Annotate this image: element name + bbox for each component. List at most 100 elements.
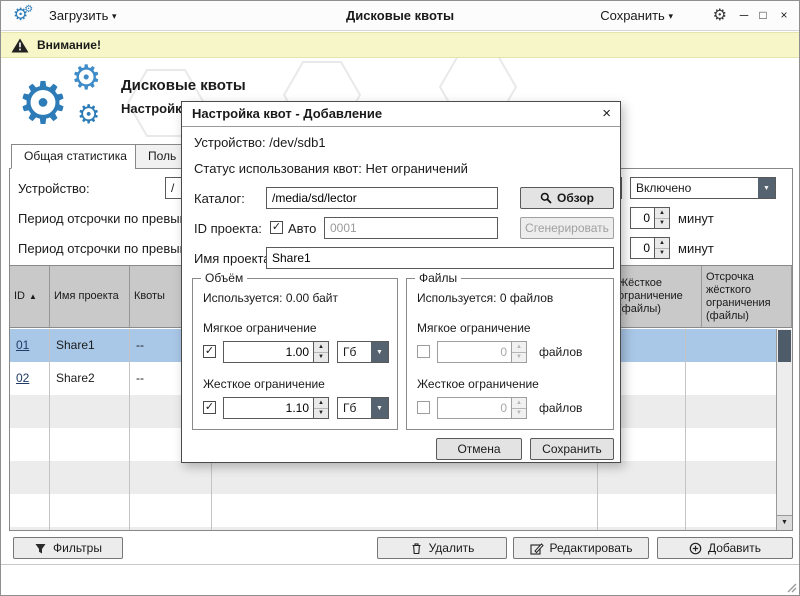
volume-soft-input[interactable] [224, 342, 313, 362]
resize-grip[interactable] [784, 580, 797, 593]
dialog-device-label: Устройство: [194, 135, 266, 150]
grace-soft-unit: минут [678, 211, 714, 226]
auto-label: Авто [288, 221, 316, 236]
row-id-link[interactable]: 02 [16, 371, 29, 385]
quota-state-select[interactable]: Включено ▼ [630, 177, 776, 199]
catalog-label: Каталог: [194, 191, 245, 206]
save-menu-button[interactable]: Сохранить ▾ [600, 1, 673, 31]
window-title: Дисковые квоты [1, 1, 799, 30]
page-title: Дисковые квоты [121, 77, 246, 94]
files-soft-spinner[interactable]: ▲ ▼ [437, 341, 527, 363]
auto-checkbox[interactable]: ✓ [270, 221, 283, 234]
spin-up-icon[interactable]: ▲ [314, 342, 328, 353]
project-name-input[interactable] [266, 247, 614, 269]
files-used-label: Используется: [417, 291, 497, 305]
files-soft-checkbox[interactable] [417, 345, 430, 358]
generate-button[interactable]: Сгенерировать [520, 217, 614, 239]
volume-soft-unit-select[interactable]: Гб ▼ [337, 341, 389, 363]
spin-down-icon[interactable]: ▼ [314, 353, 328, 363]
column-header-id[interactable]: ID ▲ [10, 266, 50, 327]
spin-down-icon[interactable]: ▼ [314, 409, 328, 419]
volume-soft-spinner[interactable]: ▲ ▼ [223, 341, 329, 363]
files-hard-label: Жесткое ограничение [417, 377, 539, 391]
volume-hard-checkbox[interactable]: ✓ [203, 401, 216, 414]
scroll-down-button[interactable]: ▼ [777, 515, 792, 530]
settings-gear-icon[interactable]: ⚙ [713, 1, 727, 30]
spin-down-icon[interactable]: ▼ [655, 219, 669, 229]
volume-soft-unit: Гб [338, 342, 371, 362]
filters-button[interactable]: Фильтры [13, 537, 123, 559]
spin-up-icon[interactable]: ▲ [655, 208, 669, 219]
files-hard-input[interactable] [438, 398, 511, 418]
delete-button[interactable]: Удалить [377, 537, 507, 559]
browse-button[interactable]: Обзор [520, 187, 614, 209]
minimize-button[interactable]: ─ [735, 1, 753, 30]
spin-up-icon[interactable]: ▲ [512, 398, 526, 409]
scrollbar-thumb[interactable] [778, 330, 791, 362]
dialog-status-label: Статус использования квот: [194, 161, 362, 176]
volume-soft-checkbox[interactable]: ✓ [203, 345, 216, 358]
row-id-link[interactable]: 01 [16, 338, 29, 352]
catalog-input[interactable] [266, 187, 498, 209]
volume-hard-input[interactable] [224, 398, 313, 418]
dialog-status-value: Нет ограничений [366, 161, 468, 176]
close-button[interactable]: × [775, 1, 793, 30]
spin-up-icon[interactable]: ▲ [655, 238, 669, 249]
add-button[interactable]: Добавить [657, 537, 793, 559]
volume-hard-spinner[interactable]: ▲ ▼ [223, 397, 329, 419]
spin-up-icon[interactable]: ▲ [314, 398, 328, 409]
grace-hard-input[interactable] [631, 238, 654, 258]
sort-asc-icon: ▲ [29, 290, 37, 303]
grace-hard-spinner[interactable]: ▲ ▼ [630, 237, 670, 259]
volume-group: Объём Используется: 0.00 байт Мягкое огр… [192, 278, 398, 430]
spin-down-icon[interactable]: ▼ [655, 249, 669, 259]
spin-up-icon[interactable]: ▲ [512, 342, 526, 353]
edit-button[interactable]: Редактировать [513, 537, 649, 559]
app-window: ⚙⚙ Загрузить ▾ Дисковые квоты Сохранить … [0, 0, 800, 596]
device-label: Устройство: [18, 181, 90, 196]
search-icon [540, 192, 552, 204]
cancel-button[interactable]: Отмена [436, 438, 522, 460]
volume-used-value: 0.00 байт [286, 291, 338, 305]
column-header-hard-grace-files[interactable]: Отсрочка жёсткого ограничения (файлы) [702, 266, 792, 327]
column-header-hard-limit-files[interactable]: Жёсткое ограничение (файлы) [614, 266, 702, 327]
volume-hard-unit-select[interactable]: Гб ▼ [337, 397, 389, 419]
grace-hard-label: Период отсрочки по превыш [18, 241, 190, 256]
filter-icon [34, 542, 47, 555]
spin-down-icon[interactable]: ▼ [512, 409, 526, 419]
grace-soft-input[interactable] [631, 208, 654, 228]
trash-icon [410, 542, 423, 555]
dropdown-arrow-icon[interactable]: ▼ [371, 398, 388, 418]
volume-soft-label: Мягкое ограничение [203, 321, 317, 335]
spin-down-icon[interactable]: ▼ [512, 353, 526, 363]
project-id-input[interactable] [324, 217, 498, 239]
files-hard-spinner[interactable]: ▲ ▼ [437, 397, 527, 419]
dialog-save-button[interactable]: Сохранить [530, 438, 614, 460]
volume-hard-label: Жесткое ограничение [203, 377, 325, 391]
app-logo-icon: ⚙⚙ [13, 4, 33, 25]
maximize-button[interactable]: □ [754, 1, 772, 30]
load-menu-button[interactable]: Загрузить ▾ [49, 1, 117, 31]
dialog-device-value: /dev/sdb1 [269, 135, 325, 150]
dialog-close-icon[interactable]: × [602, 102, 611, 126]
dialog-title: Настройка квот - Добавление [182, 102, 620, 127]
dropdown-arrow-icon[interactable]: ▼ [371, 342, 388, 362]
caret-down-icon: ▾ [112, 11, 117, 21]
files-soft-input[interactable] [438, 342, 511, 362]
column-header-name[interactable]: Имя проекта [50, 266, 130, 327]
grace-soft-label: Период отсрочки по превыш [18, 211, 190, 226]
titlebar: ⚙⚙ Загрузить ▾ Дисковые квоты Сохранить … [1, 1, 799, 31]
vertical-scrollbar[interactable]: ▼ [776, 329, 792, 530]
files-used-value: 0 файлов [500, 291, 553, 305]
files-group: Файлы Используется: 0 файлов Мягкое огра… [406, 278, 614, 430]
page-subtitle: Настройк [121, 101, 182, 116]
status-bar [1, 564, 799, 595]
dropdown-arrow-icon[interactable]: ▼ [758, 178, 775, 198]
quota-state-value: Включено [631, 178, 758, 198]
grace-soft-spinner[interactable]: ▲ ▼ [630, 207, 670, 229]
files-hard-checkbox[interactable] [417, 401, 430, 414]
warning-icon [11, 38, 29, 53]
caret-down-icon: ▾ [668, 11, 673, 21]
table-row-empty [10, 461, 776, 494]
tab-general-statistics[interactable]: Общая статистика [11, 144, 140, 169]
